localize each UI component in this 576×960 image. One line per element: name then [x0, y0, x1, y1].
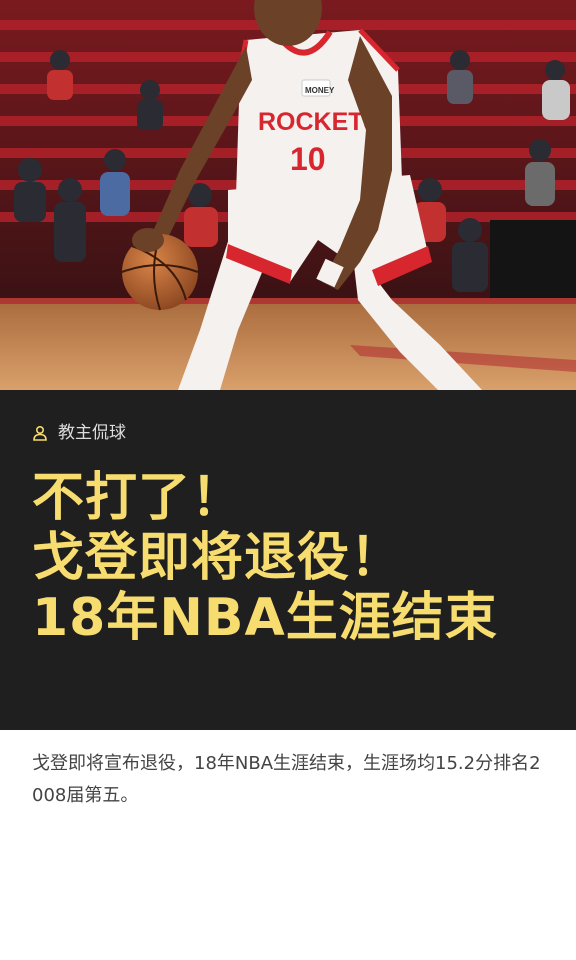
- headline-line-1: 不打了！: [32, 468, 245, 528]
- basketball-player-photo: ROCKETS 10 MONEY: [0, 0, 576, 390]
- author-byline[interactable]: 教主侃球: [32, 422, 126, 444]
- article-headline: 不打了！ 戈登即将退役！ 18年NBA生涯结束: [32, 468, 552, 648]
- headline-line-2: 戈登即将退役！: [32, 528, 404, 588]
- headline-line-3: 18年NBA生涯结束: [32, 588, 498, 648]
- jersey-number-text: 10: [290, 141, 326, 177]
- article-summary: 戈登即将宣布退役，18年NBA生涯结束，生涯场均15.2分排名2008届第五。: [32, 753, 541, 806]
- jersey-sponsor-text: MONEY: [305, 86, 335, 95]
- author-name: 教主侃球: [58, 423, 126, 443]
- article-page: ROCKETS 10 MONEY 教主侃球 不打了！ 戈登即将退役！ 18年NB…: [0, 0, 576, 960]
- hero-image: ROCKETS 10 MONEY: [0, 0, 576, 390]
- user-icon: [33, 425, 47, 441]
